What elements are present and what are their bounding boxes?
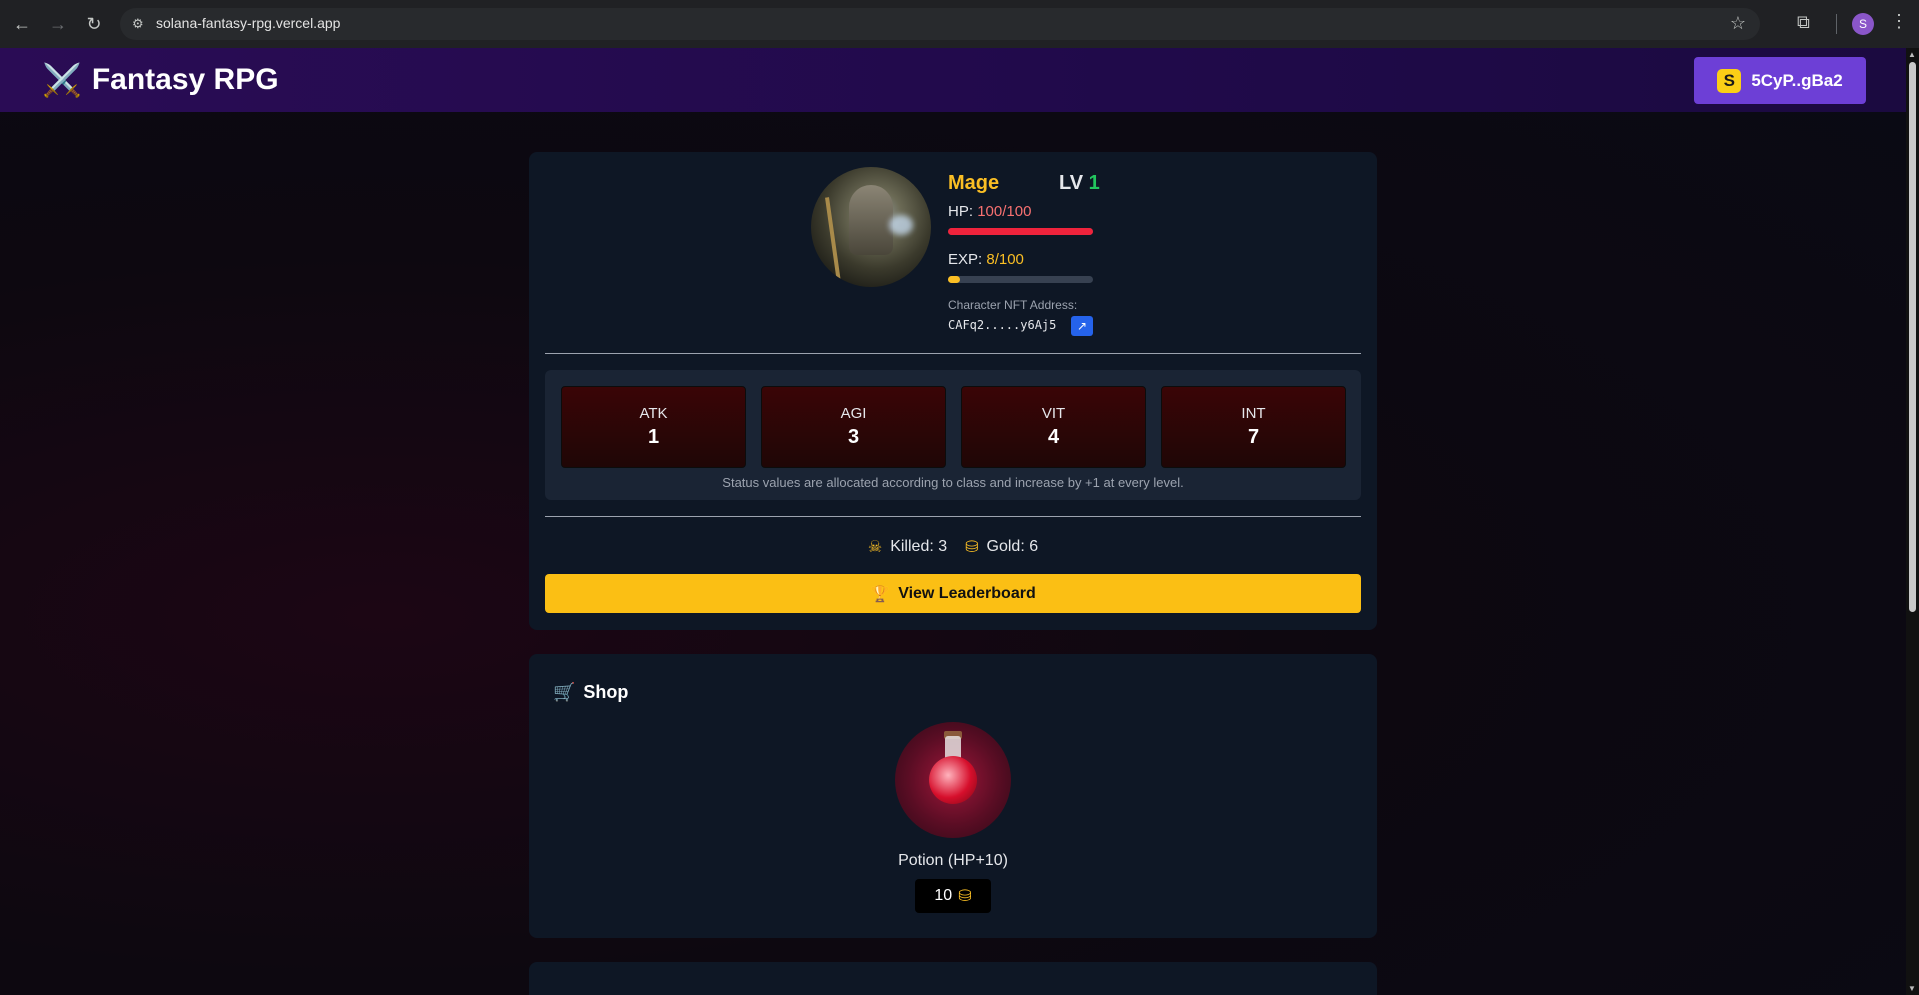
url-text: solana-fantasy-rpg.vercel.app	[156, 15, 341, 31]
back-icon[interactable]: ←	[10, 12, 34, 36]
bookmark-star-icon[interactable]: ☆	[1730, 13, 1746, 34]
stat-vit: VIT 4	[961, 386, 1146, 468]
brand[interactable]: ⚔️ Fantasy RPG	[42, 60, 279, 100]
app-header: ⚔️ Fantasy RPG S 5CyP..gBa2	[0, 48, 1906, 112]
wallet-address: 5CyP..gBa2	[1751, 70, 1843, 90]
browser-toolbar: ← → ↻ ⚙ solana-fantasy-rpg.vercel.app ☆ …	[0, 0, 1919, 49]
hp-bar	[948, 228, 1093, 235]
crossed-swords-icon: ⚔️	[42, 62, 82, 98]
level-number: 1	[1088, 172, 1100, 194]
coins-icon: ⛁	[965, 539, 979, 556]
stat-atk: ATK 1	[561, 386, 746, 468]
site-settings-icon[interactable]: ⚙	[132, 16, 148, 32]
stat-agi: AGI 3	[761, 386, 946, 468]
gold-count: ⛁ Gold: 6	[965, 538, 1039, 556]
toolbar-divider	[1836, 14, 1837, 34]
stats-note: Status values are allocated according to…	[722, 475, 1184, 490]
character-level: LV 1	[1059, 172, 1100, 194]
killed-count: ☠ Killed: 3	[867, 538, 948, 556]
next-card	[529, 962, 1377, 995]
shop-title: 🛒 Shop	[553, 682, 629, 702]
cart-icon: 🛒	[553, 682, 576, 702]
reload-icon[interactable]: ↻	[82, 12, 106, 36]
tally-row: ☠ Killed: 3 ⛁ Gold: 6	[529, 537, 1377, 557]
character-card: Mage LV 1 HP: 100/100 EXP: 8/100 Charact…	[529, 152, 1377, 630]
exp-label: EXP: 8/100	[948, 251, 1024, 268]
coins-icon: ⛁	[958, 888, 972, 905]
divider	[545, 353, 1361, 354]
nft-address: CAFq2.....y6Aj5	[948, 318, 1057, 332]
divider	[545, 516, 1361, 517]
app-viewport: ⚔️ Fantasy RPG S 5CyP..gBa2 Mage LV 1 HP…	[0, 48, 1906, 995]
exp-bar	[948, 276, 1093, 283]
character-avatar	[811, 167, 931, 287]
view-leaderboard-button[interactable]: 🏆 View Leaderboard	[545, 574, 1361, 613]
shop-card: 🛒 Shop Potion (HP+10) 10 ⛁	[529, 654, 1377, 938]
external-link-icon[interactable]: ↗	[1071, 316, 1093, 336]
address-bar[interactable]: ⚙ solana-fantasy-rpg.vercel.app ☆	[120, 8, 1760, 40]
browser-menu-icon[interactable]: ⋮	[1890, 11, 1908, 32]
exp-value: 8/100	[986, 251, 1024, 268]
hp-value: 100/100	[977, 203, 1032, 220]
profile-avatar[interactable]: S	[1852, 13, 1874, 35]
stats-panel: ATK 1 AGI 3 VIT 4 INT 7 Status values are al…	[545, 370, 1361, 500]
hp-label: HP: 100/100	[948, 203, 1032, 220]
buy-potion-button[interactable]: 10 ⛁	[915, 879, 991, 913]
trophy-icon: 🏆	[870, 585, 891, 603]
nft-address-label: Character NFT Address:	[948, 298, 1078, 312]
character-class: Mage	[948, 172, 1000, 194]
solana-icon: S	[1717, 68, 1742, 93]
extensions-icon[interactable]: ⧉	[1797, 12, 1810, 33]
forward-icon[interactable]: →	[46, 12, 70, 36]
stat-int: INT 7	[1161, 386, 1346, 468]
app-title: Fantasy RPG	[91, 63, 279, 96]
shop-item-name: Potion (HP+10)	[898, 852, 1008, 869]
scrollbar[interactable]: ▲ ▼	[1906, 48, 1919, 995]
potion-image[interactable]	[895, 722, 1011, 838]
skull-icon: ☠	[867, 539, 883, 556]
wallet-button[interactable]: S 5CyP..gBa2	[1694, 57, 1866, 104]
